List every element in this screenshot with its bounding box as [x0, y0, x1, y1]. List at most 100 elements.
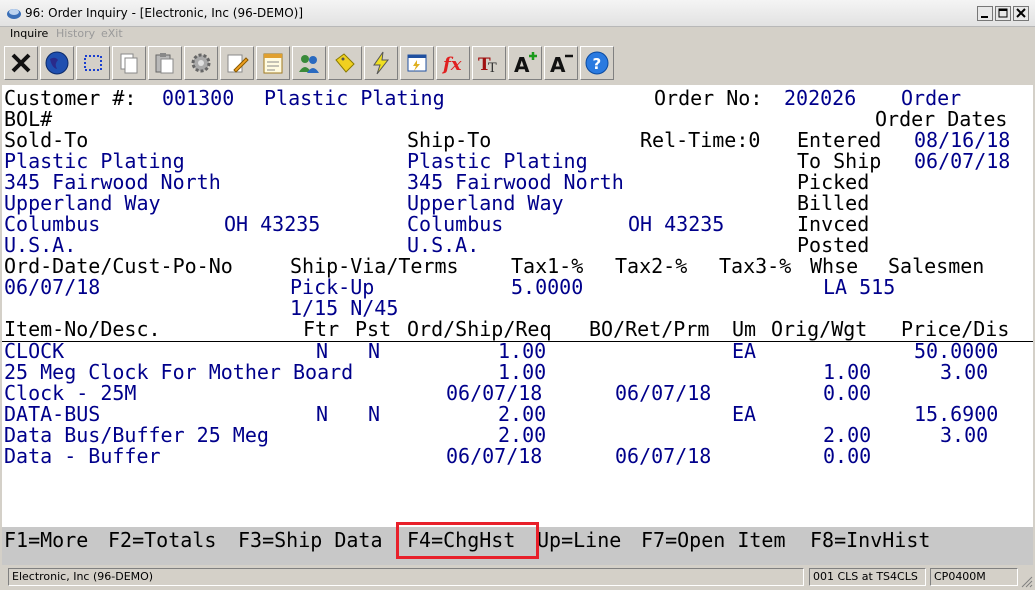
globe-icon: [45, 51, 69, 75]
help-icon: ?: [585, 51, 609, 75]
svg-text:A: A: [514, 53, 530, 76]
f4-highlight-box: [396, 522, 539, 559]
line1-wgt: 0.00: [823, 381, 872, 405]
line1-desc2: Clock - 25M: [4, 381, 137, 405]
menu-history[interactable]: History: [56, 27, 95, 41]
maximize-button[interactable]: [995, 6, 1011, 21]
tax1-value: 5.0000: [511, 275, 584, 299]
entered-date: 08/16/18: [914, 128, 1011, 152]
lightning-button[interactable]: [364, 46, 398, 80]
order-dates-label: Order Dates: [875, 107, 1008, 131]
whse-label: Whse: [810, 254, 859, 278]
line1-req: 06/07/18: [446, 381, 543, 405]
line2-dis: 3.00: [940, 423, 989, 447]
status-company: Electronic, Inc (96-DEMO): [8, 568, 804, 586]
line2-desc1: Data Bus/Buffer 25 Meg: [4, 423, 269, 447]
help-button[interactable]: ?: [580, 46, 614, 80]
select-box-icon: [84, 55, 102, 71]
billed-label: Billed: [797, 191, 870, 215]
settings-gear-icon: [191, 53, 211, 73]
order-type: Order: [901, 86, 962, 110]
f8-invhist-key[interactable]: F8=InvHist: [810, 530, 930, 551]
ship-via: Pick-Up: [290, 275, 375, 299]
font-increase-icon: A: [514, 52, 537, 76]
copy-button[interactable]: [112, 46, 146, 80]
to-ship-date: 06/07/18: [914, 149, 1011, 173]
line2-wgt: 0.00: [823, 444, 872, 468]
paste-button[interactable]: [148, 46, 182, 80]
close-button[interactable]: [1013, 6, 1029, 21]
form-icon: [407, 54, 427, 72]
close-x-button[interactable]: [4, 46, 38, 80]
sold-to-city: Columbus: [4, 212, 101, 236]
settings-button[interactable]: [184, 46, 218, 80]
users-icon: [299, 55, 319, 73]
ship-to-address1: 345 Fairwood North: [407, 170, 624, 194]
line2-desc2: Data - Buffer: [4, 444, 161, 468]
salesmen-label: Salesmen: [888, 254, 985, 278]
edit-button[interactable]: [220, 46, 254, 80]
line1-pst: N: [368, 339, 381, 363]
f1-more-key[interactable]: F1=More: [4, 530, 88, 551]
line2-req: 06/07/18: [446, 444, 543, 468]
notepad-button[interactable]: [256, 46, 290, 80]
whse-salesmen: LA 515: [823, 275, 896, 299]
menu-exit[interactable]: eXit: [101, 27, 123, 41]
line1-ftr: N: [316, 339, 329, 363]
status-session: 001 CLS at TS4CLS: [809, 568, 926, 586]
line2-pst: N: [368, 402, 381, 426]
line1-ship: 1.00: [498, 360, 547, 384]
line2-item[interactable]: DATA-BUS: [4, 404, 100, 425]
order-number: 202026: [784, 86, 857, 110]
line2-price: 15.6900: [914, 402, 999, 426]
col-price-header: Price/Dis: [901, 317, 1010, 341]
globe-button[interactable]: [40, 46, 74, 80]
minimize-button[interactable]: [977, 6, 993, 21]
col-bo-header: BO/Ret/Prm: [589, 317, 710, 341]
picked-label: Picked: [797, 170, 870, 194]
function-button[interactable]: fx: [436, 46, 470, 80]
terms: 1/15 N/45: [290, 296, 399, 320]
ship-to-label: Ship-To: [407, 128, 492, 152]
svg-text:A: A: [550, 53, 566, 76]
line2-ship: 2.00: [498, 423, 547, 447]
line2-ord: 2.00: [498, 402, 547, 426]
users-button[interactable]: [292, 46, 326, 80]
font-increase-button[interactable]: A: [508, 46, 542, 80]
font-decrease-button[interactable]: A: [544, 46, 578, 80]
line1-item[interactable]: CLOCK: [4, 341, 64, 362]
line1-price: 50.0000: [914, 339, 999, 363]
maximize-icon: [998, 8, 1008, 18]
close-icon: [1016, 8, 1026, 18]
sold-to-country: U.S.A.: [4, 233, 77, 257]
col-item-header: Item-No/Desc.: [4, 317, 161, 341]
app-icon: [7, 9, 21, 19]
ord-date-label: Ord-Date/Cust-Po-No: [4, 254, 233, 278]
f3-ship-data-key[interactable]: F3=Ship Data: [238, 530, 383, 551]
ship-to-name: Plastic Plating: [407, 149, 588, 173]
ship-to-address2: Upperland Way: [407, 191, 564, 215]
menu-inquire[interactable]: Inquire: [10, 27, 48, 41]
window-title: 96: Order Inquiry - [Electronic, Inc (96…: [25, 6, 304, 20]
tag-icon: [335, 53, 355, 73]
svg-text:T: T: [488, 61, 497, 76]
ord-date: 06/07/18: [4, 275, 101, 299]
form-button[interactable]: [400, 46, 434, 80]
f2-totals-key[interactable]: F2=Totals: [108, 530, 216, 551]
line2-um: EA: [732, 402, 757, 426]
tag-button[interactable]: [328, 46, 362, 80]
font-button[interactable]: TT: [472, 46, 506, 80]
edit-pencil-icon: [227, 54, 249, 73]
font-tt-icon: TT: [478, 55, 497, 76]
to-ship-label: To Ship: [797, 149, 882, 173]
up-line-key[interactable]: Up=Line: [537, 530, 621, 551]
order-no-label: Order No:: [654, 86, 763, 110]
col-ftr-header: Ftr: [303, 317, 340, 341]
line1-dis: 3.00: [940, 360, 989, 384]
sold-to-address1: 345 Fairwood North: [4, 170, 221, 194]
resize-grip-icon[interactable]: [1021, 576, 1033, 588]
line1-desc1: 25 Meg Clock For Mother Board: [4, 360, 354, 384]
select-box-button[interactable]: [76, 46, 110, 80]
f7-open-item-key[interactable]: F7=Open Item: [641, 530, 786, 551]
line2-prm: 06/07/18: [615, 444, 712, 468]
